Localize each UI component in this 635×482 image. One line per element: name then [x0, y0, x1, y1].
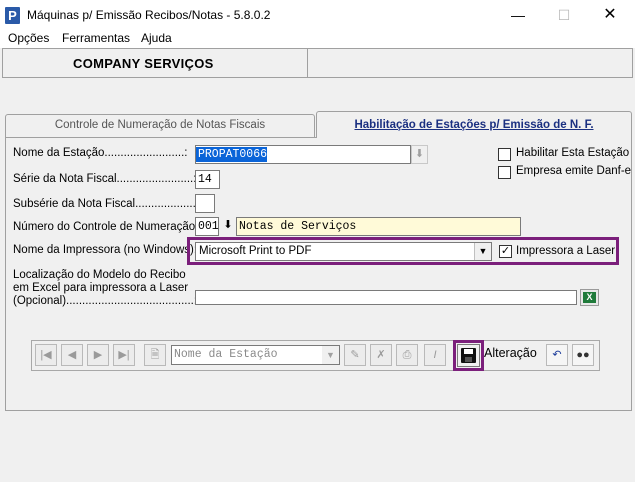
modelo-label-line3: (Opcional)..............................… [13, 295, 198, 307]
modelo-label-line2: em Excel para impressora a Laser [13, 282, 189, 294]
minimize-icon[interactable]: — [495, 0, 541, 30]
impressora-label: Nome da Impressora (no Windows): [13, 244, 198, 256]
tab-controle-numeracao[interactable]: Controle de Numeração de Notas Fiscais [5, 114, 315, 137]
habilitar-checkbox[interactable] [498, 148, 511, 161]
controle-lookup-icon[interactable]: ⬇ [220, 217, 236, 236]
prev-record-icon[interactable]: ◀ [61, 344, 83, 366]
save-icon[interactable] [457, 344, 480, 367]
company-name: COMPANY SERVIÇOS [73, 56, 214, 71]
binoculars-icon[interactable]: ●● [572, 344, 594, 366]
menu-bar: Opções Ferramentas Ajuda [0, 30, 635, 48]
controle-desc-field: Notas de Serviços [236, 217, 521, 236]
tab-habilitacao-label: Habilitação de Estações p/ Emissão de N.… [354, 119, 594, 131]
estacao-value: PROPAT0066 [196, 147, 268, 162]
menu-ferramentas[interactable]: Ferramentas [62, 31, 130, 45]
subserie-field[interactable] [195, 194, 215, 213]
mode-status: Alteração [484, 346, 537, 360]
edit-record-icon[interactable]: ✎ [344, 344, 366, 366]
first-record-icon[interactable]: |◀ [35, 344, 57, 366]
danfe-label: Empresa emite Danf-e [516, 165, 632, 177]
estacao-field[interactable]: PROPAT0066 [195, 145, 411, 164]
window-title: Máquinas p/ Emissão Recibos/Notas - 5.8.… [27, 8, 271, 22]
search-placeholder: Nome da Estação [174, 348, 278, 361]
impressora-laser-checkbox[interactable]: ✓ [499, 245, 512, 258]
modelo-path-field[interactable] [195, 290, 577, 305]
excel-icon[interactable]: X [580, 289, 599, 306]
impressora-select[interactable]: Microsoft Print to PDF [195, 242, 492, 261]
delete-record-icon[interactable]: ✗ [370, 344, 392, 366]
search-chevron-down-icon[interactable]: ▼ [322, 346, 339, 364]
controle-label: Número do Controle de Numeração: [13, 221, 199, 233]
title-bar: P Máquinas p/ Emissão Recibos/Notas - 5.… [0, 0, 635, 30]
impressora-laser-label: Impressora a Laser [516, 245, 616, 257]
estacao-label: Nome da Estação.........................… [13, 147, 188, 159]
print-icon[interactable]: ⎙ [396, 344, 418, 366]
undo-icon[interactable]: ↶ [546, 344, 568, 366]
chevron-down-icon[interactable]: ▼ [474, 243, 491, 260]
cancel-icon[interactable]: I [424, 344, 446, 366]
new-record-icon[interactable]: 🗎 [144, 344, 166, 366]
next-record-icon[interactable]: ▶ [87, 344, 109, 366]
app-icon: P [5, 7, 20, 24]
close-icon[interactable]: ✕ [587, 0, 633, 30]
last-record-icon[interactable]: ▶| [113, 344, 135, 366]
maximize-icon[interactable]: ☐ [541, 0, 587, 30]
modelo-label-line1: Localização do Modelo do Recibo [13, 269, 186, 281]
danfe-checkbox[interactable] [498, 166, 511, 179]
serie-label: Série da Nota Fiscal....................… [13, 173, 197, 185]
estacao-lookup-icon[interactable]: ⬇ [411, 145, 428, 164]
tab-habilitacao-estacoes[interactable]: Habilitação de Estações p/ Emissão de N.… [316, 111, 632, 138]
menu-opcoes[interactable]: Opções [8, 31, 49, 45]
controle-code-field[interactable]: 001 [195, 217, 219, 236]
search-combo[interactable]: Nome da Estação [171, 345, 340, 365]
habilitar-label: Habilitar Esta Estação [516, 147, 630, 159]
panel-divider [307, 49, 308, 77]
menu-ajuda[interactable]: Ajuda [141, 31, 172, 45]
impressora-value: Microsoft Print to PDF [199, 245, 312, 257]
subserie-label: Subsérie da Nota Fiscal.................… [13, 198, 199, 210]
serie-field[interactable]: 14 [195, 170, 220, 189]
company-panel: COMPANY SERVIÇOS [2, 48, 633, 78]
